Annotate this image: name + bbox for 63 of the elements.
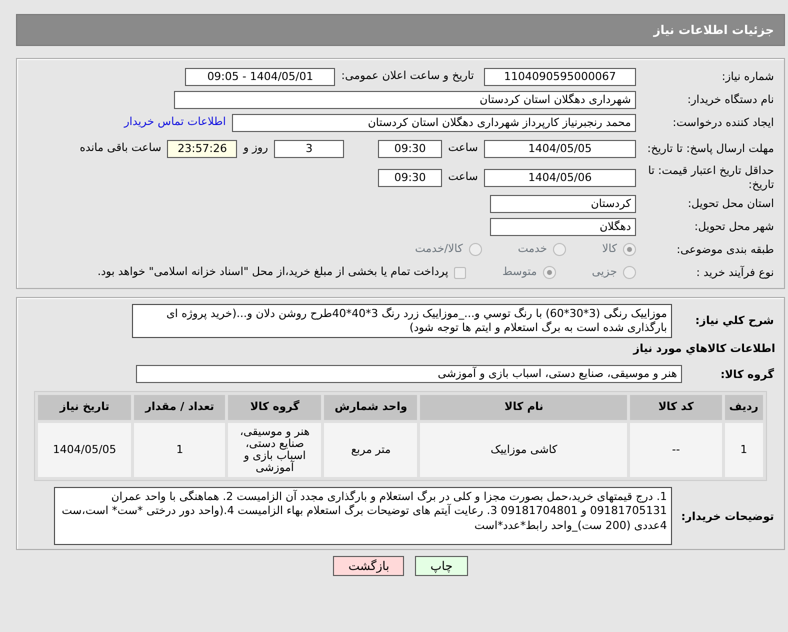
checkbox[interactable] <box>454 266 466 278</box>
text-field[interactable]: 1104090595000067 <box>484 68 636 86</box>
field-label: نام دستگاه خریدار: <box>686 92 775 106</box>
text-field[interactable]: 3 <box>274 140 344 158</box>
checkbox-label: پرداخت تمام یا بخشی از مبلغ خرید،از محل "اسناد خزانه اسلامی" خواهد بود. <box>98 264 448 280</box>
text-field[interactable]: محمد رنجبرنیاز کارپرداز شهرداری دهگلان استان کردستان <box>232 114 636 132</box>
option-label: خدمت <box>518 241 548 258</box>
radio-button[interactable] <box>623 243 636 256</box>
text-area[interactable]: 1. درج قیمتهای خرید،حمل بصورت مجزا و کلی در برگ استعلام و بارگذاری مجدد آن الزامیست 2. هماهنگی با واحد عمران 09181705131 و 09181704801 3. رعایت آیتم های توضیحات برگ استعلام بهاء الزامیست 4.(واحد دور درختی *ست* است،ست 4عددی (200 ست)_واحد رابط*عدد*است <box>54 487 672 546</box>
text-field[interactable]: 09:30 <box>378 168 442 186</box>
days-label: روز و <box>243 140 268 156</box>
back-button[interactable]: بازگشت <box>333 556 404 576</box>
text-field[interactable]: 1404/05/06 <box>484 168 636 186</box>
radio-button[interactable] <box>468 243 482 256</box>
page-title: جزئیات اطلاعات نیاز <box>16 14 785 46</box>
contact-link[interactable]: اطلاعات تماس خریدار <box>124 114 226 131</box>
column-header: واحد شمارش <box>324 395 418 420</box>
table-cell: کاشی موزاییک <box>420 422 628 478</box>
radio-button[interactable] <box>553 243 566 256</box>
option-label: کالا/خدمت <box>415 241 463 258</box>
field-label: گروه کالا: <box>719 368 775 381</box>
field-label: توضیحات خریدار: <box>680 510 775 523</box>
field-label: نوع فرآیند خرید : <box>695 266 775 280</box>
field-label: شهر محل تحویل: <box>693 220 775 234</box>
table-cell: -- <box>630 422 722 478</box>
time-label: ساعت <box>448 140 478 156</box>
radio-button[interactable] <box>623 266 636 279</box>
text-field[interactable]: 1404/05/05 <box>484 140 636 158</box>
option-label: کالا <box>602 241 617 258</box>
table-cell: 1 <box>724 422 763 478</box>
text-field[interactable]: دهگلان <box>490 218 636 236</box>
text-field[interactable]: کردستان <box>490 194 636 212</box>
column-header: ردیف <box>724 395 763 420</box>
field-label: ایجاد کننده درخواست: <box>672 116 775 130</box>
text-field[interactable]: شهرداری دهگلان استان کردستان <box>174 90 636 108</box>
field-label: مهلت ارسال پاسخ: تا تاریخ: <box>646 142 775 156</box>
text-field[interactable]: 1404/05/01 - 09:05 <box>185 68 336 86</box>
table-cell: هنر و موسیقی، صنایع دستی، اسباب بازی و آموزشی <box>228 422 322 478</box>
table-cell: متر مربع <box>324 422 418 478</box>
field-label: استان محل تحویل: <box>686 196 775 210</box>
column-header: گروه کالا <box>228 395 322 420</box>
remaining-label: ساعت باقی مانده <box>80 140 162 156</box>
column-header: کد کالا <box>630 395 722 420</box>
field-label: طبقه بندی موضوعی: <box>676 242 775 256</box>
option-label: متوسط <box>502 264 537 280</box>
section-heading: اطلاعات کالاهاي مورد نياز <box>632 340 776 357</box>
text-area[interactable]: موزاییک رنگی (3*30*60) با رنگ توسي و..._موزاییک زرد رنگ 3*40*40طرح روشن دلان و...(خرید پروژه ای بارگذاری شده است به برگ استعلام و ایتم ها توجه شود) <box>132 304 672 338</box>
field-label: حداقل تاریخ اعتبار قیمت: تا تاریخ: <box>647 164 775 191</box>
radio-button[interactable] <box>542 266 556 279</box>
table-cell: 1404/05/05 <box>38 422 132 478</box>
column-header: تعداد / مقدار <box>134 395 226 420</box>
text-field[interactable]: 23:57:26 <box>167 140 238 158</box>
column-header: تاریخ نیاز <box>38 395 132 420</box>
field-label: شماره نیاز: <box>720 70 775 84</box>
text-field[interactable]: هنر و موسیقی، صنایع دستی، اسباب بازی و آموزشی <box>136 365 682 384</box>
option-label: جزیی <box>592 264 617 280</box>
time-label: ساعت <box>448 169 478 186</box>
field-label: تاریخ و ساعت اعلان عمومی: <box>341 68 474 84</box>
column-header: نام کالا <box>420 395 628 420</box>
print-button[interactable]: چاپ <box>415 556 468 576</box>
table-cell: 1 <box>134 422 226 478</box>
text-field[interactable]: 09:30 <box>378 140 442 158</box>
field-label: شرح کلي نياز: <box>694 313 775 328</box>
